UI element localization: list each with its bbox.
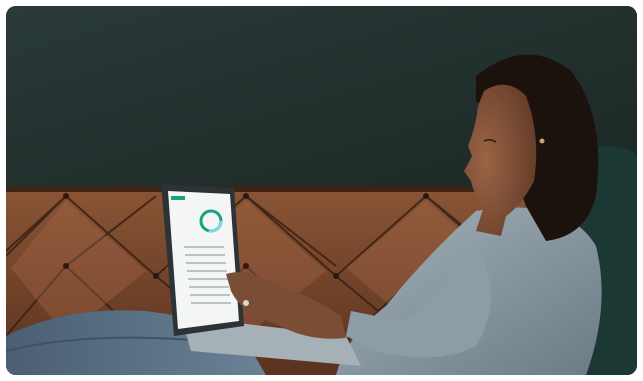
- photo: [6, 6, 637, 375]
- ring: [243, 300, 249, 306]
- earring: [539, 138, 545, 144]
- photo-frame: [6, 6, 637, 375]
- laptop-screen: [168, 191, 239, 329]
